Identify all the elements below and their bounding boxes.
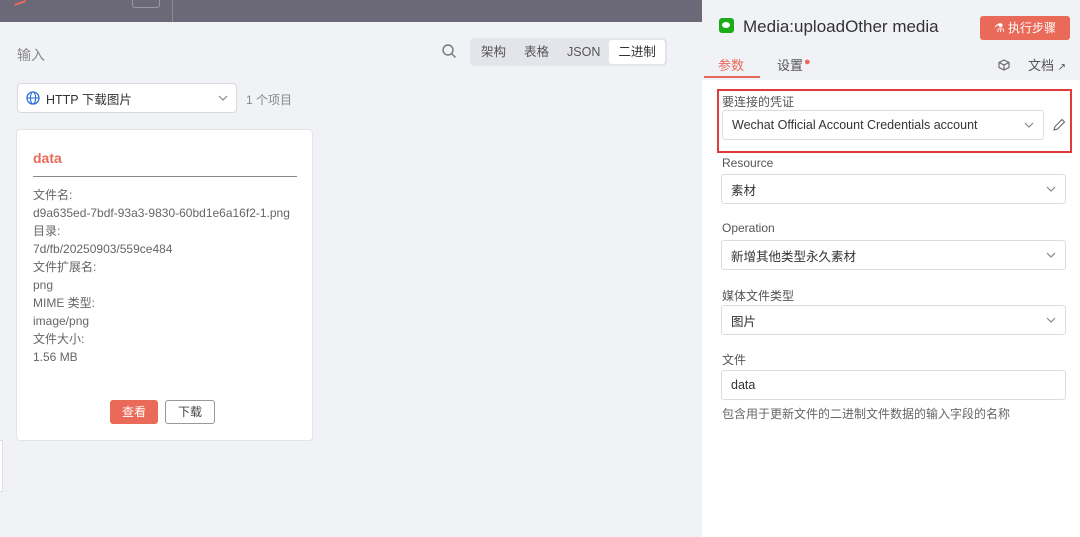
chevron-down-icon (218, 95, 228, 101)
media-type-value: 图片 (731, 314, 757, 329)
node-title[interactable]: Media:uploadOther media (743, 17, 939, 37)
file-hint: 包含用于更新文件的二进制文件数据的输入字段的名称 (722, 407, 1011, 421)
display-mode-tabs: 架构 表格 JSON 二进制 (470, 38, 667, 66)
chevron-down-icon (1046, 317, 1056, 323)
search-icon[interactable] (441, 43, 457, 59)
globe-icon (26, 91, 40, 105)
file-input[interactable]: data (721, 370, 1066, 400)
input-panel: 输入 架构 表格 JSON 二进制 HTTP 下载图片 1 个项目 data 文… (0, 22, 702, 537)
tab-binary[interactable]: 二进制 (609, 40, 665, 64)
binary-file-card: data 文件名: d9a635ed-7bdf-93a3-9830-60bd1e… (16, 129, 313, 441)
flask-icon: ⚗ (993, 21, 1009, 35)
operation-label: Operation (722, 221, 775, 235)
binary-metadata: 文件名: d9a635ed-7bdf-93a3-9830-60bd1e6a16f… (33, 186, 303, 366)
mime-value: image/png (33, 314, 90, 328)
wechat-icon (719, 18, 734, 33)
tab-settings-label: 设置 (777, 58, 804, 73)
panel-edge-handle[interactable] (0, 440, 3, 492)
size-value: 1.56 MB (33, 350, 78, 364)
file-value: data (731, 378, 756, 392)
node-parameters-panel: Media:uploadOther media ⚗ 执行步骤 参数 设置● 文档… (702, 0, 1080, 537)
execute-step-button[interactable]: ⚗ 执行步骤 (980, 16, 1070, 40)
source-node-label: HTTP 下载图片 (46, 92, 132, 107)
media-type-select[interactable]: 图片 (721, 305, 1066, 335)
docs-area: 文档 ↗ (998, 55, 1066, 74)
resource-select[interactable]: 素材 (721, 174, 1066, 204)
docs-link[interactable]: 文档 ↗ (1028, 55, 1066, 74)
cube-icon[interactable] (998, 58, 1010, 71)
external-link-icon: ↗ (1057, 62, 1067, 73)
chevron-down-icon (1046, 252, 1056, 258)
input-panel-title: 输入 (17, 47, 45, 63)
media-type-label: 媒体文件类型 (722, 289, 795, 303)
operation-value: 新增其他类型永久素材 (731, 249, 857, 264)
source-node-select[interactable]: HTTP 下载图片 (17, 83, 237, 113)
size-label: 文件大小: (33, 332, 85, 346)
directory-value: 7d/fb/20250903/559ce484 (33, 242, 173, 256)
divider (172, 0, 173, 22)
resource-value: 素材 (731, 183, 757, 198)
connection-mark (13, 0, 27, 6)
operation-select[interactable]: 新增其他类型永久素材 (721, 240, 1066, 270)
tab-parameters[interactable]: 参数 (718, 55, 744, 74)
resource-label: Resource (722, 156, 774, 170)
active-tab-indicator (704, 76, 760, 78)
item-count: 1 个项目 (246, 93, 293, 107)
directory-label: 目录: (33, 224, 61, 238)
settings-changed-dot: ● (804, 56, 811, 68)
binary-key: data (33, 150, 62, 166)
chevron-down-icon (1046, 186, 1056, 192)
canvas-node-chip[interactable] (132, 0, 160, 8)
tab-json[interactable]: JSON (558, 40, 609, 64)
docs-link-label: 文档 (1028, 58, 1055, 73)
highlight-box (717, 89, 1072, 153)
extension-value: png (33, 278, 54, 292)
file-label: 文件 (722, 353, 747, 367)
tab-schema[interactable]: 架构 (472, 40, 515, 64)
extension-label: 文件扩展名: (33, 260, 97, 274)
mime-label: MIME 类型: (33, 296, 95, 310)
execute-step-label: 执行步骤 (1008, 21, 1057, 35)
view-button[interactable]: 查看 (110, 400, 159, 424)
tab-settings[interactable]: 设置● (777, 55, 811, 74)
divider (33, 176, 297, 177)
download-button[interactable]: 下载 (165, 400, 216, 424)
tab-table[interactable]: 表格 (515, 40, 558, 64)
file-name-value: d9a635ed-7bdf-93a3-9830-60bd1e6a16f2-1.p… (33, 206, 290, 220)
file-name-label: 文件名: (33, 188, 73, 202)
